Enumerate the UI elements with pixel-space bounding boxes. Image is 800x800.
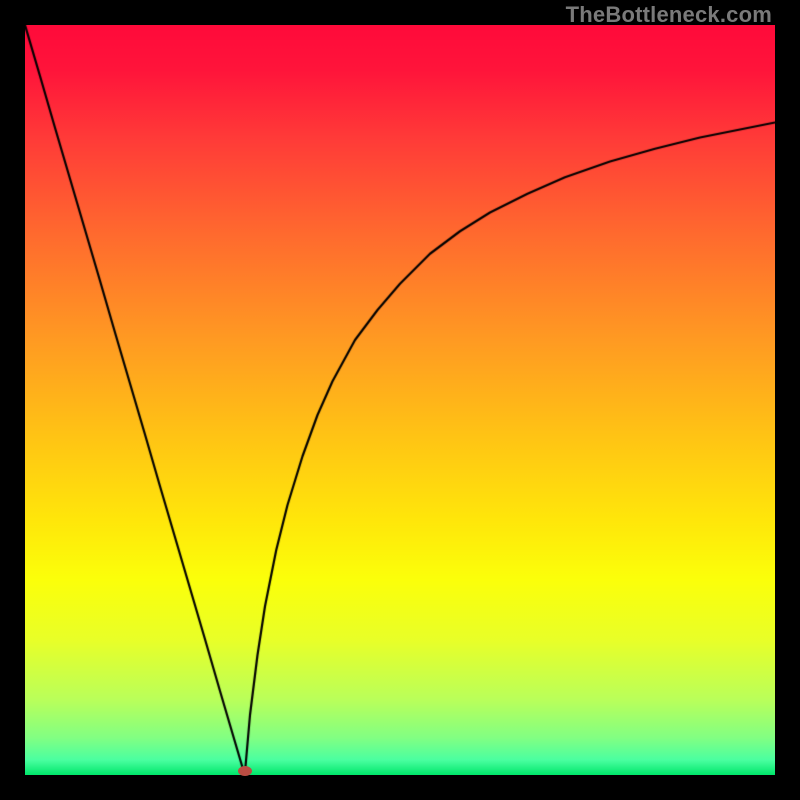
chart-frame: TheBottleneck.com: [0, 0, 800, 800]
minimum-marker: [238, 766, 252, 776]
plot-gradient-area: [25, 25, 775, 775]
curve-line: [25, 25, 775, 775]
